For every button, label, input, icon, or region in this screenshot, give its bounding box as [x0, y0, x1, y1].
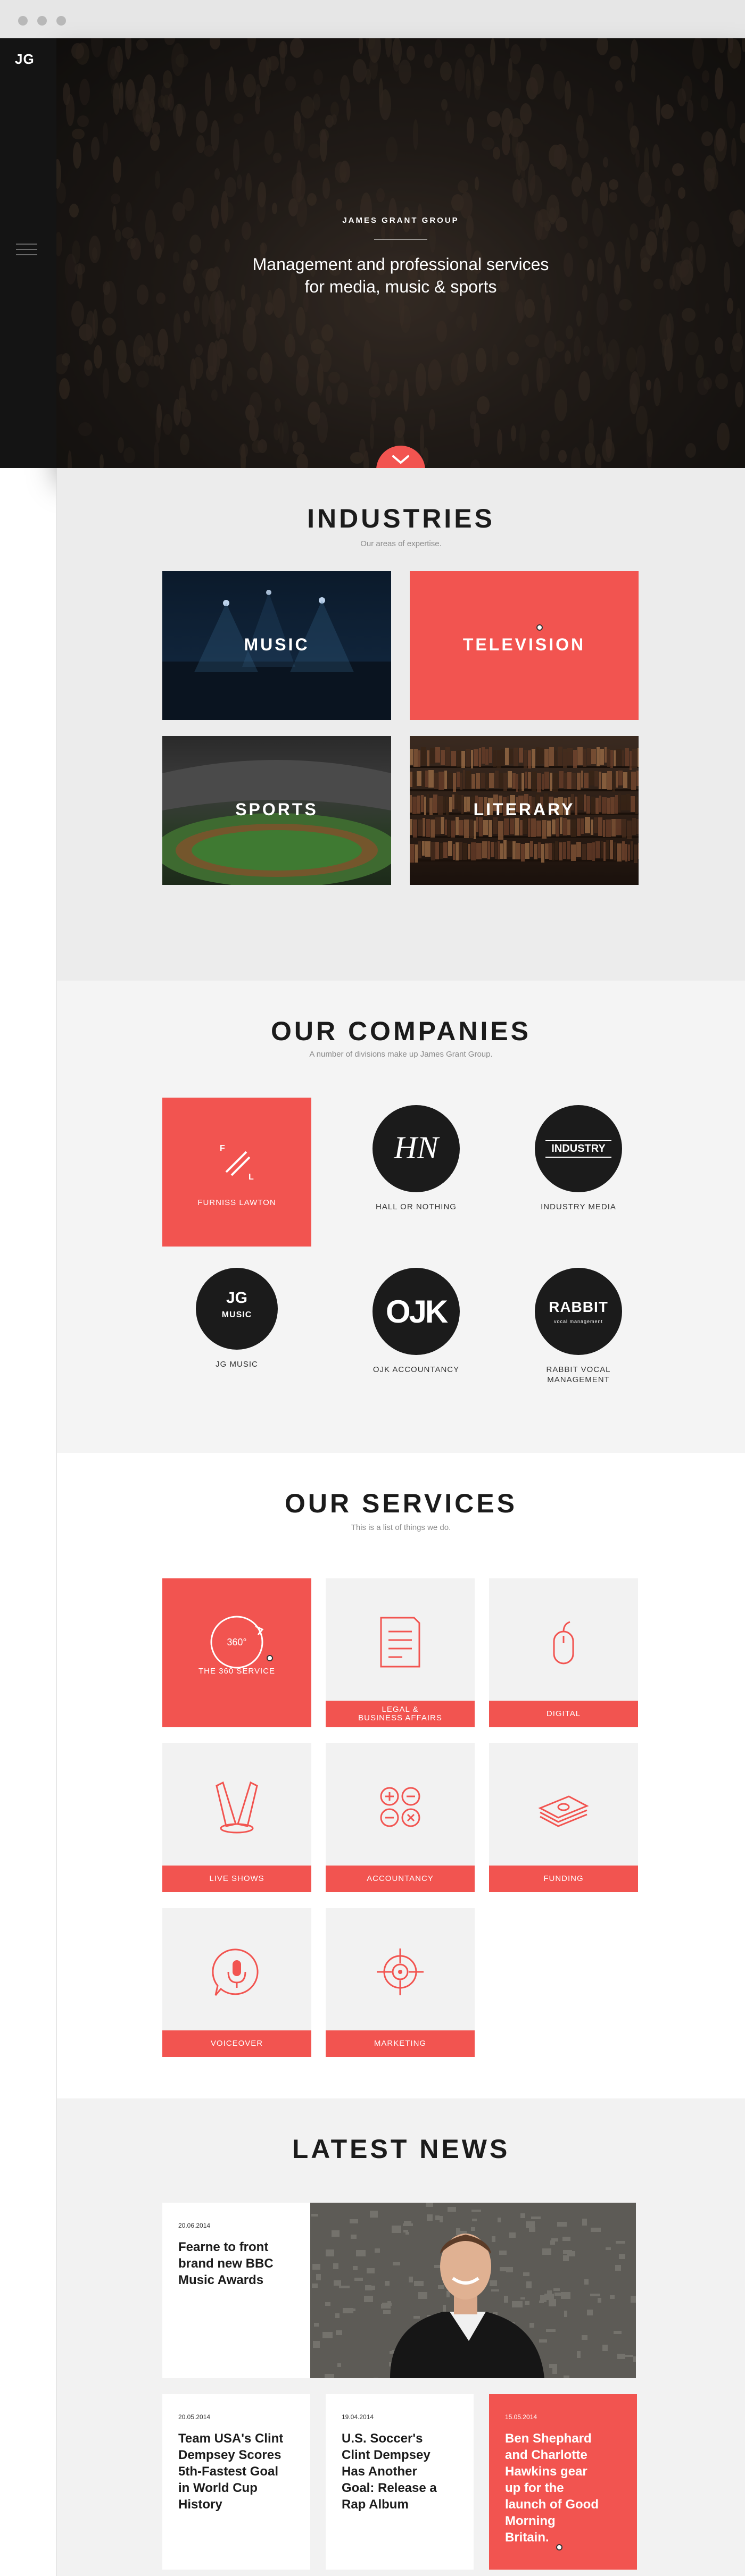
microphone-icon [212, 1948, 259, 1996]
news-date: 15.05.2014 [505, 2413, 537, 2421]
section-subtitle: This is a list of things we do. [351, 1523, 451, 1532]
service-label: ACCOUNTANCY [326, 1866, 475, 1892]
rabbit-vocal-logo: RABBIT vocal management [535, 1268, 622, 1355]
service-funding[interactable]: FUNDING [489, 1743, 638, 1892]
logo-text: JG [226, 1289, 248, 1307]
logo-subtext: vocal management [553, 1319, 603, 1324]
logo-text: OJK [385, 1294, 448, 1329]
company-industry-media[interactable]: INDUSTRY INDUSTRY MEDIA [504, 1105, 653, 1212]
news-card[interactable]: 19.04.2014 U.S. Soccer's Clint Dempsey H… [326, 2394, 474, 2570]
news-headline: U.S. Soccer's Clint Dempsey Has Another … [342, 2431, 437, 2512]
service-360[interactable]: 360° THE 360 SERVICE [162, 1578, 311, 1727]
company-rabbit-vocal[interactable]: RABBIT vocal management RABBIT VOCAL MAN… [504, 1268, 653, 1385]
document-icon [380, 1617, 420, 1668]
industry-tile-music[interactable]: MUSIC [162, 571, 391, 720]
cursor-icon [536, 624, 543, 631]
ojk-accountancy-logo: OJK [372, 1268, 460, 1355]
industry-tile-sports[interactable]: SPORTS [162, 736, 391, 885]
jg-music-logo: JG MUSIC [196, 1268, 278, 1350]
service-digital[interactable]: DIGITAL [489, 1578, 638, 1727]
news-section: LATEST NEWS 20.06.2014 Fearne to front b… [57, 2098, 745, 2576]
target-icon [377, 1948, 424, 1995]
industry-label: LITERARY [473, 800, 575, 819]
service-marketing[interactable]: MARKETING [326, 1908, 475, 2057]
service-label: THE 360 SERVICE [198, 1667, 275, 1676]
company-name: OJK ACCOUNTANCY [372, 1365, 460, 1374]
industry-media-logo: INDUSTRY [535, 1105, 622, 1192]
news-card-featured[interactable]: 15.05.2014 Ben Shephard and Charlotte Ha… [489, 2394, 637, 2570]
industry-label: SPORTS [235, 800, 318, 819]
portrait-photo [310, 2203, 636, 2378]
logo-text: RABBIT [549, 1299, 608, 1315]
section-title: LATEST NEWS [292, 2134, 510, 2164]
service-label: DIGITAL [489, 1701, 638, 1727]
industries-section: INDUSTRIES Our areas of expertise. MUSIC… [57, 468, 745, 981]
cursor-icon [556, 2544, 562, 2550]
logo-text: INDUSTRY [545, 1140, 611, 1158]
news-photo [310, 2203, 636, 2378]
industry-label: MUSIC [244, 635, 310, 654]
company-jg-music[interactable]: JG MUSIC JG MUSIC [162, 1268, 311, 1369]
services-section: OUR SERVICES This is a list of things we… [57, 1453, 745, 2098]
news-card[interactable]: 20.05.2014 Team USA's Clint Dempsey Scor… [162, 2394, 310, 2570]
news-date: 19.04.2014 [342, 2413, 374, 2421]
mouse-icon [553, 1621, 574, 1665]
calculator-icon [380, 1787, 420, 1827]
360-badge-text: 360° [227, 1637, 246, 1647]
window-close-dot[interactable] [18, 16, 28, 26]
company-name: JG MUSIC [216, 1360, 258, 1369]
service-label: VOICEOVER [162, 2030, 311, 2057]
section-subtitle: Our areas of expertise. [360, 539, 442, 548]
chevron-down-icon [392, 455, 409, 464]
cash-stack-icon [538, 1795, 589, 1827]
jg-logo[interactable]: JG [15, 51, 35, 68]
industry-tile-literary[interactable]: LITERARY [410, 736, 639, 885]
service-legal[interactable]: LEGAL & BUSINESS AFFAIRS [326, 1578, 475, 1727]
menu-icon[interactable] [16, 244, 37, 256]
window-minimize-dot[interactable] [37, 16, 47, 26]
company-ojk-accountancy[interactable]: OJK OJK ACCOUNTANCY [342, 1268, 491, 1375]
company-name: INDUSTRY MEDIA [541, 1202, 616, 1211]
service-label: MARKETING [326, 2030, 475, 2057]
news-date: 20.05.2014 [178, 2413, 211, 2421]
page: JG JAMES GRANT GROUP Management and prof… [0, 38, 745, 2576]
logo-subtext: MUSIC [221, 1310, 252, 1319]
news-headline: Fearne to front brand new BBC Music Awar… [178, 2240, 274, 2287]
section-title: OUR SERVICES [285, 1488, 517, 1518]
news-headline: Ben Shephard and Charlotte Hawkins gear … [505, 2431, 599, 2545]
hero-kicker: JAMES GRANT GROUP [342, 216, 459, 225]
news-date: 20.06.2014 [178, 2222, 211, 2229]
companies-section: OUR COMPANIES A number of divisions make… [57, 981, 745, 1453]
company-hall-or-nothing[interactable]: HN HALL OR NOTHING [342, 1105, 491, 1212]
company-name: RABBIT VOCAL MANAGEMENT [546, 1365, 611, 1384]
logo-letter-f: F [220, 1144, 225, 1153]
service-label: LIVE SHOWS [162, 1866, 311, 1892]
hall-or-nothing-logo: HN [372, 1105, 460, 1192]
spotlights-icon [216, 1781, 258, 1834]
service-label: FUNDING [489, 1866, 638, 1892]
service-label: LEGAL & BUSINESS AFFAIRS [326, 1701, 475, 1727]
furniss-lawton-logo: F L [220, 1144, 254, 1182]
hero-banner: JAMES GRANT GROUP Management and profess… [56, 38, 745, 468]
logo-text: HN [394, 1130, 438, 1165]
logo-letter-l: L [249, 1173, 254, 1182]
service-accountancy[interactable]: ACCOUNTANCY [326, 1743, 475, 1892]
news-card[interactable]: 20.06.2014 Fearne to front brand new BBC… [162, 2203, 310, 2378]
window-zoom-dot[interactable] [56, 16, 66, 26]
news-headline: Team USA's Clint Dempsey Scores 5th-Fast… [178, 2431, 284, 2512]
industry-label: TELEVISION [462, 635, 586, 654]
industry-tile-television[interactable]: TELEVISION [410, 571, 639, 720]
browser-chrome [0, 0, 745, 38]
company-name: FURNISS LAWTON [197, 1198, 276, 1207]
hero-divider [374, 239, 427, 240]
hero-tagline: Management and professional services for… [252, 255, 549, 296]
section-title: INDUSTRIES [307, 504, 495, 533]
section-subtitle: A number of divisions make up James Gran… [309, 1050, 493, 1059]
sidebar: JG [0, 38, 56, 468]
service-live-shows[interactable]: LIVE SHOWS [162, 1743, 311, 1892]
company-furniss-lawton[interactable]: F L FURNISS LAWTON [162, 1098, 311, 1247]
section-title: OUR COMPANIES [270, 1016, 532, 1046]
service-voiceover[interactable]: VOICEOVER [162, 1908, 311, 2057]
company-name: HALL OR NOTHING [376, 1202, 457, 1211]
